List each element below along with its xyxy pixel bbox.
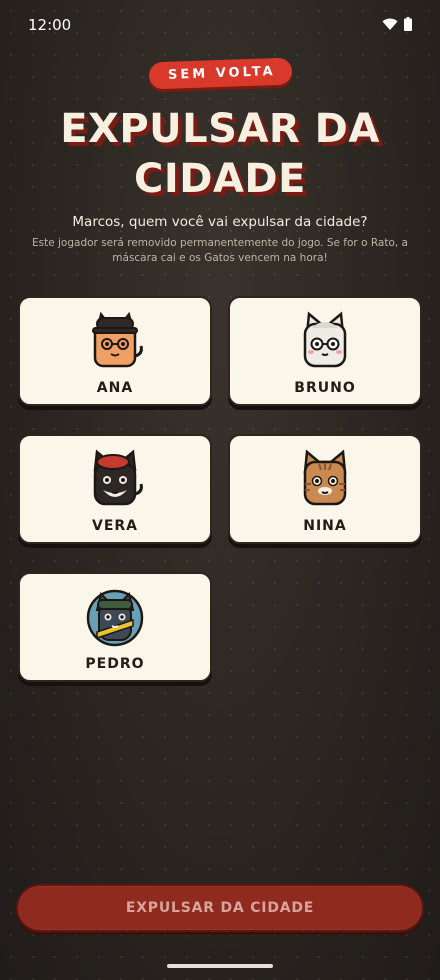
page-title: EXPULSAR DA CIDADE	[0, 104, 440, 204]
player-name: PEDRO	[85, 656, 145, 672]
player-name: BRUNO	[294, 380, 356, 396]
player-card-pedro[interactable]: PEDRO	[18, 572, 212, 682]
status-bar: 12:00	[0, 0, 440, 50]
status-time: 12:00	[28, 16, 72, 34]
player-card-nina[interactable]: NINA	[228, 434, 422, 544]
home-indicator[interactable]	[167, 964, 273, 968]
black-cat-with-red-beret-icon	[93, 449, 143, 506]
status-icons	[382, 17, 412, 31]
expel-button[interactable]: EXPULSAR DA CIDADE	[16, 884, 424, 932]
title-line-1: EXPULSAR DA	[60, 106, 380, 152]
prompt-subtitle: Marcos, quem você vai expulsar da cidade…	[72, 214, 368, 230]
battery-icon	[404, 17, 412, 31]
warning-description: Este jogador será removido permanentemen…	[31, 237, 408, 264]
player-name: NINA	[303, 518, 347, 534]
player-name: VERA	[91, 518, 138, 534]
title-line-2: CIDADE	[134, 156, 306, 202]
tabby-cat-icon	[303, 449, 347, 506]
wifi-icon	[382, 18, 398, 30]
white-cat-with-glasses-icon	[303, 311, 347, 368]
no-return-badge: SEM VOLTA	[148, 57, 292, 90]
player-card-bruno[interactable]: BRUNO	[228, 296, 422, 406]
cat-with-dark-hat-icon	[92, 311, 143, 368]
cat-in-round-badge-icon	[86, 589, 144, 647]
player-card-ana[interactable]: ANA	[18, 296, 212, 406]
player-name: ANA	[96, 380, 134, 396]
player-card-vera[interactable]: VERA	[18, 434, 212, 544]
badge-wrap: SEM VOLTA	[0, 57, 440, 90]
player-grid: ANA BRUNO VERA NINA PEDRO	[18, 296, 422, 682]
